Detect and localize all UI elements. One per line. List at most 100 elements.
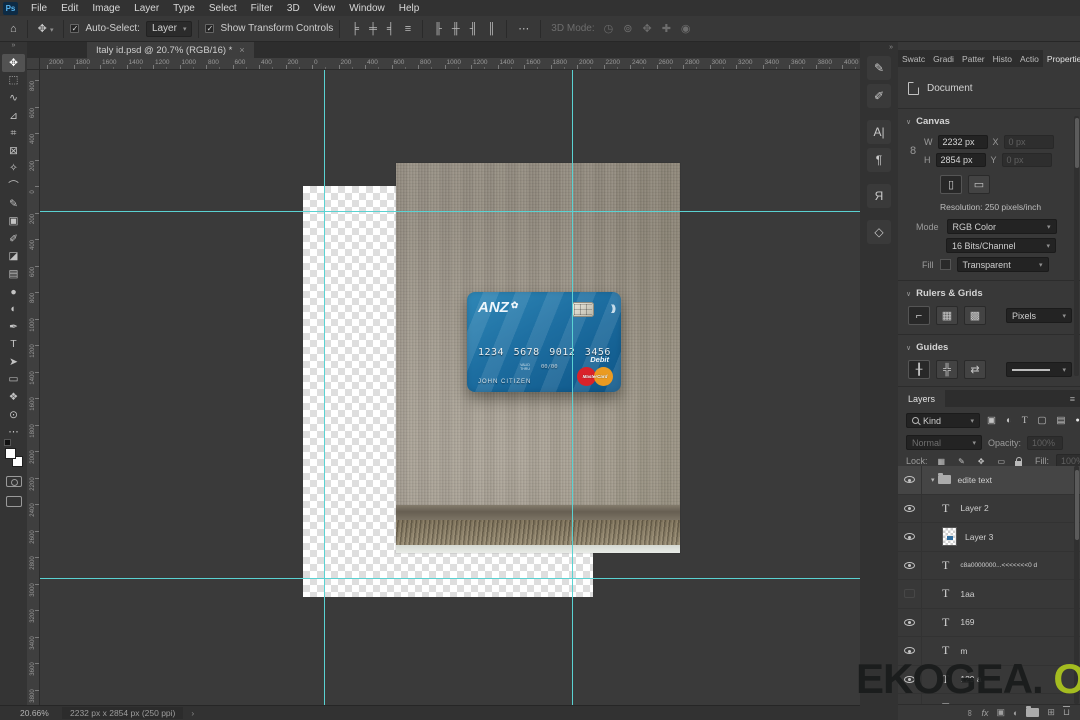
menu-item-layer[interactable]: Layer (127, 0, 166, 16)
clone-stamp-tool-icon[interactable]: ▣ (2, 212, 25, 230)
crop-tool-icon[interactable]: ⌗ (2, 124, 25, 142)
brush-tool-icon[interactable]: ✎ (2, 195, 25, 213)
pixel-grid-toggle-icon[interactable]: ▩ (964, 306, 986, 325)
menu-item-help[interactable]: Help (392, 0, 427, 16)
lock-guides-icon[interactable]: ╬ (936, 360, 958, 379)
eraser-tool-icon[interactable]: ◪ (2, 248, 25, 266)
dodge-tool-icon[interactable]: ◐ (2, 300, 25, 318)
ruler-toggle-icon[interactable]: ⌐ (908, 306, 930, 325)
lock-position-icon[interactable]: ✥ (975, 457, 988, 466)
filter-smart-objects-icon[interactable]: ▤ (1054, 415, 1069, 426)
align-middle-icon[interactable]: ≡ (400, 23, 416, 35)
eye-hidden-icon[interactable] (904, 589, 915, 599)
hand-tool-icon[interactable]: ❖ (2, 388, 25, 406)
menu-item-window[interactable]: Window (342, 0, 392, 16)
layer-effects-icon[interactable]: fx (981, 708, 988, 718)
glyphs-panel-icon[interactable]: Я (867, 184, 891, 208)
fill-dropdown[interactable]: Transparent ▾ (956, 257, 1049, 272)
type-tool-icon[interactable]: T (2, 336, 25, 354)
brushes-panel-icon[interactable]: ✎ (867, 56, 891, 80)
delete-layer-icon[interactable]: ⊔ (1063, 707, 1070, 718)
filter-shape-layers-icon[interactable]: ▢ (1035, 415, 1050, 426)
menu-item-filter[interactable]: Filter (244, 0, 280, 16)
new-group-icon[interactable] (1026, 706, 1040, 717)
horizontal-guide[interactable] (27, 578, 860, 579)
show-transform-checkbox[interactable]: ✓ Show Transform Controls (205, 23, 333, 34)
frame-tool-icon[interactable]: ⊠ (2, 142, 25, 160)
menu-item-edit[interactable]: Edit (54, 0, 85, 16)
properties-scrollbar[interactable] (1074, 116, 1079, 376)
layer-row-6[interactable]: T 169 (898, 608, 1080, 637)
canvas-section-header[interactable]: ∨ Canvas (906, 116, 950, 127)
add-mask-icon[interactable]: ▣ (996, 707, 1005, 718)
filter-adjustment-layers-icon[interactable]: ◐ (1003, 415, 1015, 426)
spot-healing-brush-tool-icon[interactable]: ⌒ (2, 177, 25, 195)
lasso-tool-icon[interactable]: ∿ (2, 89, 25, 107)
screen-mode-icon[interactable] (5, 496, 22, 508)
clear-guides-icon[interactable]: ⇄ (964, 360, 986, 379)
layer-row-3[interactable]: Layer 3 (898, 523, 1080, 552)
panel-tab-properties[interactable]: Properties (1042, 50, 1080, 67)
eye-icon[interactable] (904, 504, 915, 512)
layer-row-1[interactable]: ▾ edite text (898, 466, 1080, 495)
eye-icon[interactable] (904, 618, 915, 626)
panel-tab-actio[interactable]: Actio (1016, 50, 1043, 67)
shape-tool-icon[interactable]: ▭ (2, 371, 25, 389)
bank-card[interactable]: ANZ ✿ ))) 1234 5678 9012 3456 VALID THRU… (467, 292, 621, 392)
gradient-tool-icon[interactable]: ▤ (2, 265, 25, 283)
distribute-center-icon[interactable]: ╫ (447, 23, 465, 35)
panel-tab-gradi[interactable]: Gradi (929, 50, 958, 67)
portrait-orientation-button[interactable]: ▯ (940, 175, 962, 194)
landscape-orientation-button[interactable]: ▭ (968, 175, 990, 194)
visibility-cell[interactable] (898, 608, 922, 636)
menu-item-view[interactable]: View (307, 0, 343, 16)
lock-all-icon[interactable] (1015, 456, 1023, 466)
guides-section-header[interactable]: ∨ Guides (906, 342, 948, 353)
horizontal-ruler[interactable]: 2000 1800 1600 1400 1200 1000 800 600 400 200 0 200… (40, 58, 860, 70)
eye-icon[interactable] (904, 476, 915, 484)
horizontal-guide[interactable] (27, 211, 860, 212)
lock-artboard-icon[interactable]: ▭ (994, 457, 1008, 466)
height-field[interactable]: 2854 px (935, 153, 986, 167)
path-selection-tool-icon[interactable]: ➤ (2, 353, 25, 371)
lock-transparent-icon[interactable]: ▦ (935, 457, 949, 466)
filter-pixel-layers-icon[interactable]: ▣ (984, 415, 999, 426)
visibility-cell[interactable] (898, 523, 922, 551)
color-mode-dropdown[interactable]: RGB Color ▾ (946, 219, 1057, 234)
quick-mask-icon[interactable] (5, 476, 22, 488)
eye-icon[interactable] (904, 533, 915, 541)
paragraph-panel-icon[interactable]: ¶ (867, 148, 891, 172)
distribute-spacing-icon[interactable]: ║ (483, 23, 501, 35)
vertical-guide[interactable] (324, 58, 325, 705)
guide-style-dropdown[interactable]: ▾ (1006, 362, 1072, 377)
constrain-link-icon[interactable]: 8 (910, 145, 916, 157)
layer-row-2[interactable]: T Layer 2 (898, 494, 1080, 523)
rectangular-marquee-tool-icon[interactable]: ⬚ (2, 72, 25, 90)
menu-item-select[interactable]: Select (202, 0, 244, 16)
menu-item-type[interactable]: Type (166, 0, 202, 16)
grid-toggle-icon[interactable]: ▦ (936, 306, 958, 325)
panel-tab-patter[interactable]: Patter (958, 50, 989, 67)
document-tab[interactable]: Italy id.psd @ 20.7% (RGB/16) * × (87, 42, 254, 58)
pen-tool-icon[interactable]: ✒ (2, 318, 25, 336)
layers-tab[interactable]: Layers (898, 390, 946, 407)
default-colors-icon[interactable] (3, 439, 11, 447)
fill-swatch[interactable] (939, 259, 951, 270)
move-tool-icon[interactable]: ✥ (2, 54, 25, 72)
rulers-grids-section-header[interactable]: ∨ Rulers & Grids (906, 288, 983, 299)
auto-select-checkbox[interactable]: ✓ Auto-Select: (70, 23, 140, 34)
eye-icon[interactable] (904, 647, 915, 655)
distribute-left-icon[interactable]: ╟ (429, 23, 447, 35)
guides-toggle-icon[interactable]: ╂ (908, 360, 930, 379)
new-layer-icon[interactable]: ⊞ (1047, 707, 1055, 718)
layer-row-4[interactable]: Tc8a0000000...<<<<<<<0 d (898, 551, 1080, 580)
filter-toggle-icon[interactable]: ● (1073, 417, 1080, 424)
home-icon[interactable]: ⌂ (6, 23, 21, 35)
move-tool-preset-icon[interactable]: ✥ ▾ (34, 22, 58, 35)
width-field[interactable]: 2232 px (937, 135, 988, 149)
toolbar-expand-icon[interactable]: » (12, 42, 16, 54)
visibility-cell[interactable] (898, 466, 922, 494)
layers-panel-menu-icon[interactable]: ≡ (1065, 390, 1080, 407)
expand-caret-icon[interactable]: ▾ (931, 476, 935, 484)
3d-panel-icon[interactable]: ◇ (867, 220, 891, 244)
